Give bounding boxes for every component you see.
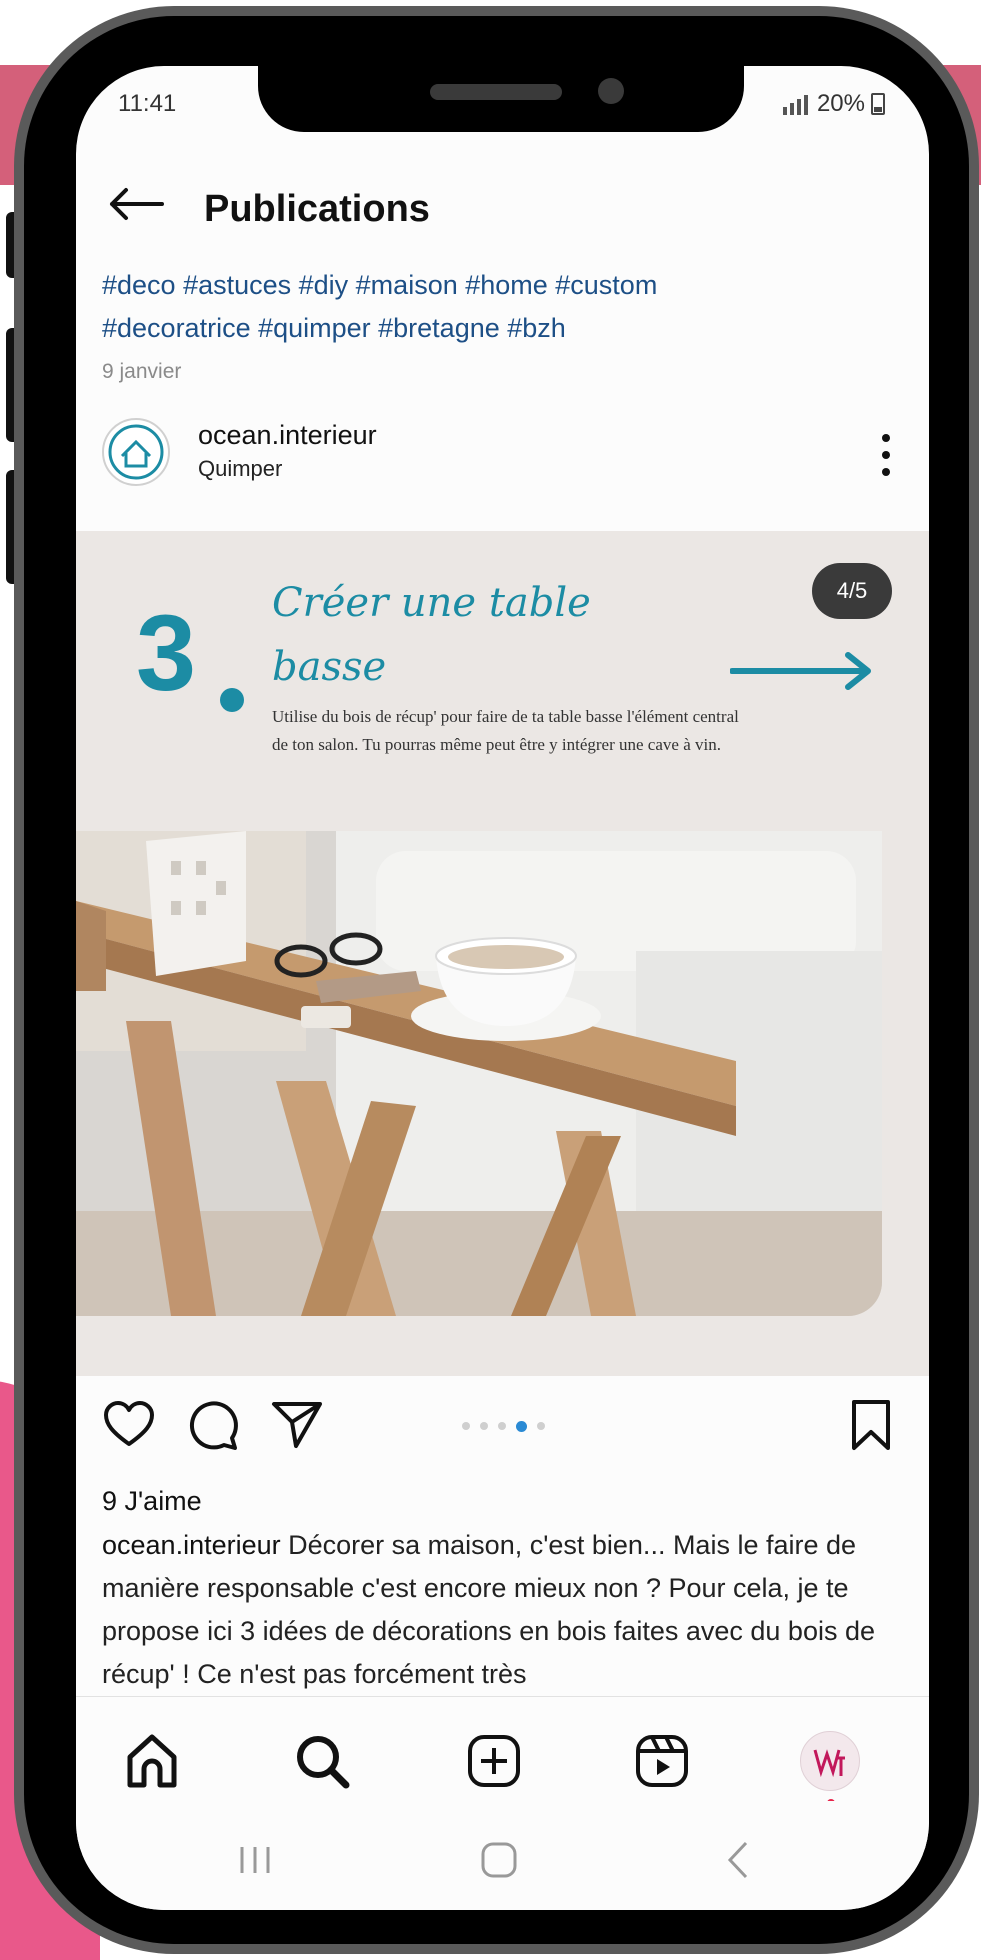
house-logo-icon (108, 424, 164, 480)
comment-bubble-icon[interactable] (186, 1398, 240, 1452)
search-icon[interactable] (292, 1731, 352, 1791)
post-hashtags[interactable]: #deco #astuces #diy #maison #home #custo… (102, 264, 902, 350)
carousel-dot (462, 1422, 470, 1430)
page: 11:41 20% Publications #deco #astuces #d… (0, 0, 981, 1960)
slide-title: Créer une table basse (272, 571, 652, 699)
carousel-indicator (462, 1421, 545, 1432)
arrow-right-icon (730, 652, 871, 690)
recent-apps-icon[interactable] (230, 1835, 280, 1885)
back-button-icon[interactable] (714, 1835, 764, 1885)
arrow-left-icon[interactable] (106, 184, 166, 224)
post-carousel[interactable]: 4/5 3 Créer une table basse Utilise du b… (76, 531, 929, 1376)
speaker-grille (430, 84, 562, 100)
post-actions (76, 1386, 929, 1466)
system-navigation-bar (76, 1801, 929, 1910)
page-title: Publications (204, 188, 430, 230)
profile-logo-icon (813, 1749, 845, 1778)
likes-count[interactable]: 9 J'aime (102, 1486, 202, 1517)
slide-body-text: Utilise du bois de récup' pour faire de … (272, 707, 739, 754)
coffee-table-photo (76, 831, 882, 1316)
signal-icon (782, 95, 808, 115)
phone-screen: 11:41 20% Publications #deco #astuces #d… (76, 66, 929, 1910)
phone-notch (258, 62, 744, 132)
carousel-dot-active (516, 1421, 527, 1432)
step-number: 3 (136, 592, 197, 713)
profile-avatar-icon[interactable] (800, 1731, 860, 1791)
carousel-dot (480, 1422, 488, 1430)
plus-square-icon[interactable] (464, 1731, 524, 1791)
paper-plane-icon[interactable] (270, 1398, 324, 1452)
hashtags-line-1[interactable]: #deco #astuces #diy #maison #home #custo… (102, 264, 902, 307)
carousel-dot (537, 1422, 545, 1430)
carousel-dot (498, 1422, 506, 1430)
reels-icon[interactable] (632, 1731, 692, 1791)
post-header: ocean.interieur Quimper (76, 406, 929, 506)
slide-title-line-2: basse (272, 644, 387, 690)
status-right: 20% (781, 90, 885, 118)
post-caption: ocean.interieur Décorer sa maison, c'est… (102, 1524, 912, 1696)
home-icon[interactable] (122, 1731, 182, 1791)
slide-counter: 4/5 (812, 563, 892, 619)
bottom-navigation (76, 1696, 929, 1807)
slide-title-line-1: Créer une table (272, 580, 591, 626)
caption-username[interactable]: ocean.interieur (102, 1530, 281, 1560)
bookmark-icon[interactable] (844, 1398, 898, 1452)
hashtags-line-2[interactable]: #decoratrice #quimper #bretagne #bzh (102, 307, 902, 350)
front-camera (598, 78, 624, 104)
header: Publications (76, 156, 929, 256)
three-dots-vertical-icon[interactable] (878, 430, 894, 480)
account-name[interactable]: ocean.interieur (198, 420, 377, 451)
account-avatar[interactable] (102, 418, 170, 486)
battery-icon (871, 93, 885, 115)
status-time: 11:41 (118, 90, 177, 117)
home-button-icon[interactable] (474, 1835, 524, 1885)
heart-icon[interactable] (102, 1398, 156, 1452)
step-dot (220, 688, 244, 712)
post-date: 9 janvier (102, 360, 182, 383)
battery-percent: 20% (816, 90, 865, 117)
account-location[interactable]: Quimper (198, 456, 282, 482)
